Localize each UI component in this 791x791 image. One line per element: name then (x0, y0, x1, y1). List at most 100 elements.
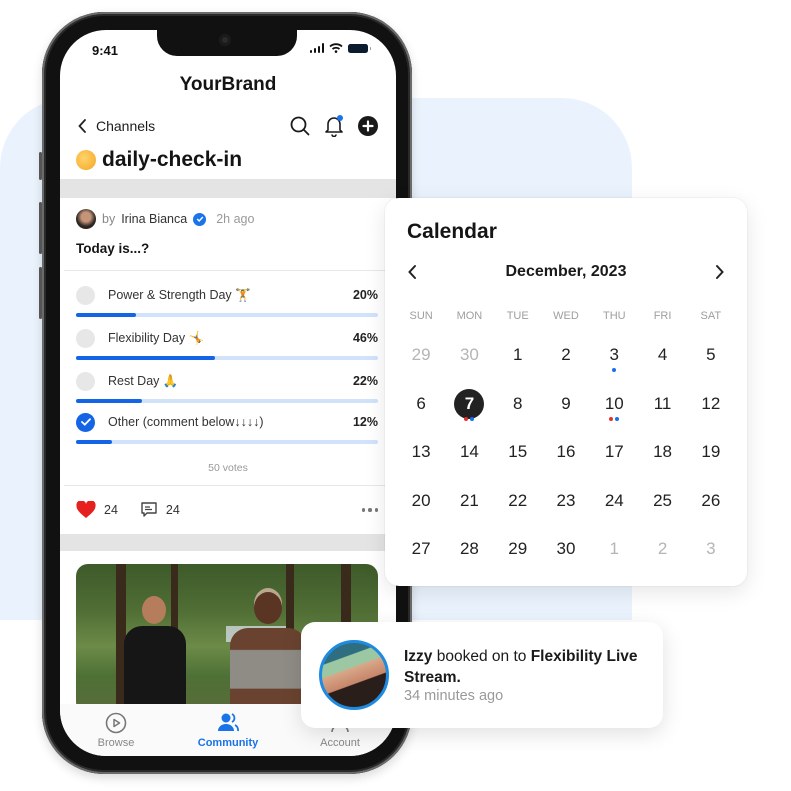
signal-icon (309, 43, 324, 53)
event-indicators (590, 368, 638, 372)
day-number: 2 (561, 345, 571, 364)
calendar-day[interactable]: 26 (687, 484, 735, 528)
poll-question: Today is...? (76, 241, 150, 256)
calendar-week-row: 27 28 29 30 1 2 3 (397, 532, 735, 576)
option-progress-fill (76, 399, 143, 403)
calendar-day[interactable]: 3 (590, 338, 638, 382)
section-divider (60, 179, 396, 198)
calendar-day[interactable]: 1 (494, 338, 542, 382)
author-avatar[interactable] (76, 209, 96, 229)
option-progress-bar (76, 313, 378, 317)
calendar-day[interactable]: 14 (445, 435, 493, 479)
calendar-day[interactable]: 8 (494, 387, 542, 431)
calendar-day-selected[interactable]: 7 (445, 387, 493, 431)
calendar-day[interactable]: 4 (638, 338, 686, 382)
status-time: 9:41 (92, 43, 119, 58)
poll-option[interactable]: Rest Day 🙏 22% (76, 368, 378, 408)
calendar-day[interactable]: 2 (542, 338, 590, 382)
calendar-day[interactable]: 9 (542, 387, 590, 431)
add-icon[interactable] (358, 116, 378, 136)
calendar-month: December, 2023 (505, 263, 627, 280)
calendar-day[interactable]: 16 (542, 435, 590, 479)
author-name[interactable]: Irina Bianca (121, 212, 187, 226)
calendar-day[interactable]: 30 (445, 338, 493, 382)
tab-label: Community (197, 737, 259, 749)
by-label: by (102, 212, 116, 226)
day-number: 3 (706, 539, 716, 558)
more-options-icon[interactable] (361, 508, 378, 512)
option-percent: 20% (352, 288, 378, 302)
calendar-day[interactable]: 18 (638, 435, 686, 479)
day-number: 30 (459, 345, 479, 364)
calendar-day[interactable]: 29 (397, 338, 445, 382)
notification-time: 34 minutes ago (404, 688, 504, 704)
calendar-day[interactable]: 21 (445, 484, 493, 528)
day-number: 30 (556, 539, 576, 558)
poll-option[interactable]: Other (comment below↓↓↓↓) 12% (76, 409, 378, 449)
radio-unchecked[interactable] (76, 328, 95, 348)
calendar-day[interactable]: 6 (397, 387, 445, 431)
option-progress-fill (76, 440, 113, 444)
tab-browse[interactable]: Browse (60, 704, 172, 756)
calendar-day[interactable]: 2 (638, 532, 686, 576)
calendar-day[interactable]: 10 (590, 387, 638, 431)
calendar-day[interactable]: 5 (687, 338, 735, 382)
day-number: 29 (508, 539, 528, 558)
vote-count: 50 votes (208, 462, 248, 474)
calendar-day[interactable]: 3 (687, 532, 735, 576)
notch (157, 30, 297, 56)
weekday-label: MON (456, 310, 483, 322)
radio-checked[interactable] (76, 412, 95, 432)
calendar-day[interactable]: 20 (397, 484, 445, 528)
mute-switch (39, 152, 42, 180)
day-number: 24 (604, 490, 624, 510)
option-progress-bar (76, 440, 378, 444)
calendar-day[interactable]: 15 (494, 435, 542, 479)
option-percent: 46% (352, 331, 378, 345)
calendar-day[interactable]: 17 (590, 435, 638, 479)
chevron-right-icon[interactable] (715, 264, 725, 280)
booking-notification[interactable]: Izzy booked on to Flexibility Live Strea… (301, 622, 663, 728)
calendar-day[interactable]: 25 (638, 484, 686, 528)
channel-nav: Channels (78, 114, 378, 138)
day-number: 7 (454, 388, 485, 419)
community-icon (218, 713, 239, 732)
radio-unchecked[interactable] (76, 285, 95, 305)
calendar-day[interactable]: 11 (638, 387, 686, 431)
calendar-day[interactable]: 29 (494, 532, 542, 576)
tab-community[interactable]: Community (172, 704, 284, 756)
day-number: 9 (561, 393, 571, 413)
poll-option[interactable]: Flexibility Day 🤸 46% (76, 325, 378, 365)
bell-icon[interactable] (324, 115, 344, 137)
option-percent: 12% (352, 415, 378, 429)
poll-option[interactable]: Power & Strength Day 🏋 20% (76, 282, 378, 322)
day-number: 13 (411, 442, 431, 461)
weekday-label: WED (553, 310, 579, 322)
calendar-day[interactable]: 1 (590, 532, 638, 576)
like-button[interactable]: 24 (76, 501, 118, 519)
calendar-day[interactable]: 13 (397, 435, 445, 479)
calendar-day[interactable]: 23 (542, 484, 590, 528)
option-label: Other (comment below↓↓↓↓) (108, 415, 264, 429)
like-count: 24 (104, 503, 118, 517)
back-button[interactable]: Channels (78, 118, 155, 134)
chevron-left-icon[interactable] (407, 264, 417, 280)
calendar-day[interactable]: 22 (494, 484, 542, 528)
comment-button[interactable]: 24 (140, 501, 180, 519)
chevron-left-icon (78, 119, 86, 133)
calendar-day[interactable]: 28 (445, 532, 493, 576)
section-divider (60, 534, 396, 551)
calendar-day[interactable]: 19 (687, 435, 735, 479)
calendar-day[interactable]: 30 (542, 532, 590, 576)
day-number: 27 (411, 539, 431, 558)
calendar-day[interactable]: 27 (397, 532, 445, 576)
sun-emoji-icon (76, 150, 96, 170)
event-dot-blue (615, 416, 620, 421)
calendar-week-row: 6 7 8 9 10 11 12 (397, 387, 735, 431)
event-indicators (590, 416, 638, 421)
calendar-day[interactable]: 12 (687, 387, 735, 431)
search-icon[interactable] (290, 116, 310, 136)
brand-title: YourBrand (179, 74, 277, 95)
radio-unchecked[interactable] (76, 371, 95, 391)
calendar-day[interactable]: 24 (590, 484, 638, 528)
